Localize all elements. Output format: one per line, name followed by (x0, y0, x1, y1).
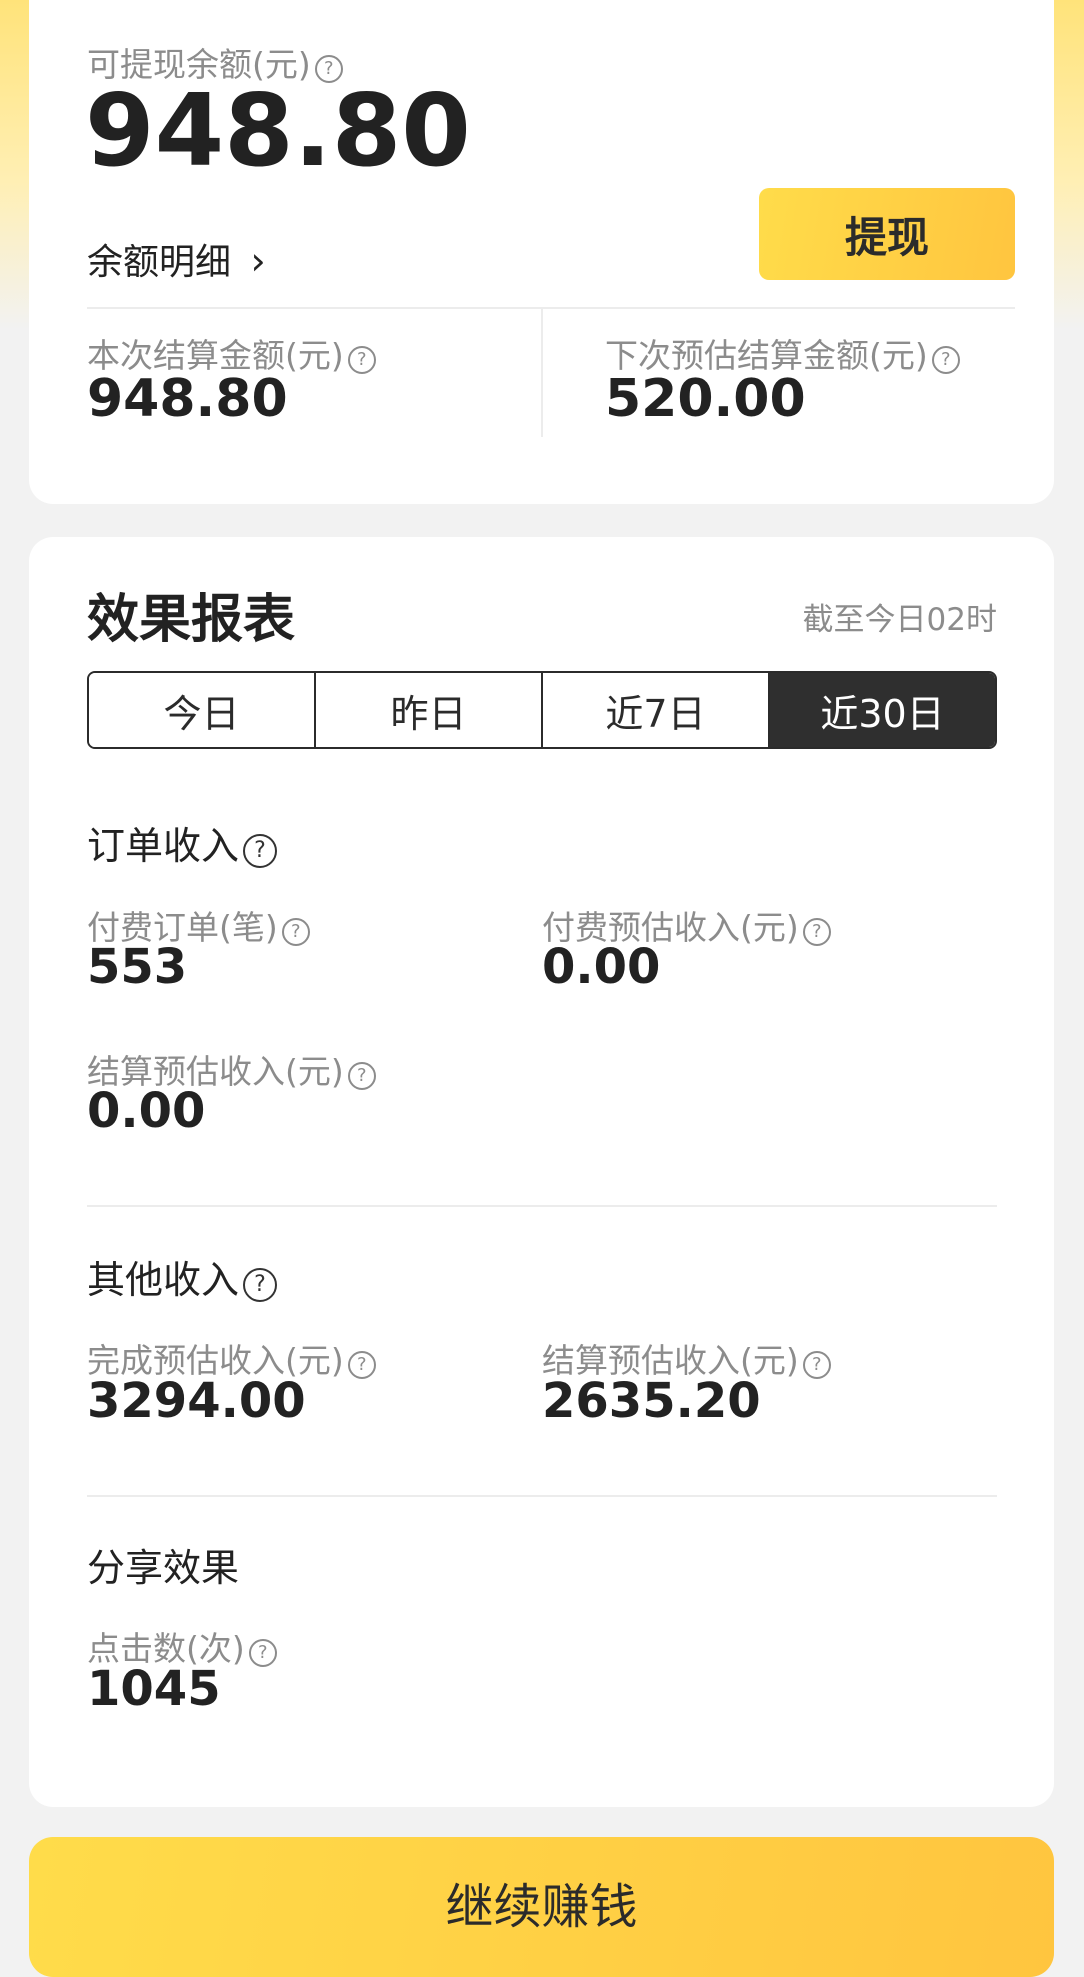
paid-orders-value: 553 (87, 939, 188, 995)
balance-detail-link[interactable]: 余额明细 › (87, 233, 266, 285)
help-icon[interactable]: ? (243, 834, 278, 868)
divider (87, 307, 1015, 309)
complete-est-income-value: 3294.00 (87, 1373, 306, 1429)
share-effect-title: 分享效果 (87, 1546, 240, 1590)
tab-yesterday[interactable]: 昨日 (316, 673, 543, 747)
vertical-divider (541, 309, 543, 437)
tab-today[interactable]: 今日 (89, 673, 316, 747)
as-of-time: 截至今日02时 (802, 602, 997, 638)
report-card: 效果报表 截至今日02时 今日 昨日 近7日 近30日 订单收入? 付费订单(笔… (29, 537, 1054, 1807)
continue-earning-button[interactable]: 继续赚钱 (29, 1837, 1054, 1977)
help-icon[interactable]: ? (347, 1351, 376, 1379)
help-icon[interactable]: ? (347, 1062, 376, 1090)
other-settle-est-income-value: 2635.20 (542, 1373, 761, 1429)
withdraw-button[interactable]: 提现 (759, 188, 1015, 280)
chevron-right-icon: › (250, 239, 266, 283)
help-icon[interactable]: ? (248, 1639, 277, 1667)
next-settle-value: 520.00 (605, 369, 806, 429)
continue-earning-label: 继续赚钱 (445, 1879, 638, 1935)
current-settle-value: 948.80 (87, 369, 288, 429)
tab-last-7-days[interactable]: 近7日 (543, 673, 770, 747)
balance-card: 可提现余额(元)? 948.80 余额明细 › 提现 本次结算金额(元)? 94… (29, 0, 1054, 504)
clicks-value: 1045 (87, 1661, 221, 1717)
period-tabs: 今日 昨日 近7日 近30日 (87, 671, 997, 749)
tab-last-30-days[interactable]: 近30日 (770, 673, 995, 747)
other-income-title: 其他收入? (87, 1249, 278, 1304)
divider (87, 1495, 997, 1497)
settle-est-income-value: 0.00 (87, 1083, 206, 1139)
help-icon[interactable]: ? (281, 918, 310, 946)
available-balance-value: 948.80 (85, 72, 471, 189)
help-icon[interactable]: ? (931, 346, 960, 374)
paid-est-income-value: 0.00 (542, 939, 661, 995)
divider (87, 1205, 997, 1207)
help-icon[interactable]: ? (802, 1351, 831, 1379)
order-income-title: 订单收入? (87, 815, 278, 870)
report-title: 效果报表 (87, 590, 296, 650)
help-icon[interactable]: ? (347, 346, 376, 374)
help-icon[interactable]: ? (243, 1268, 278, 1302)
help-icon[interactable]: ? (802, 918, 831, 946)
